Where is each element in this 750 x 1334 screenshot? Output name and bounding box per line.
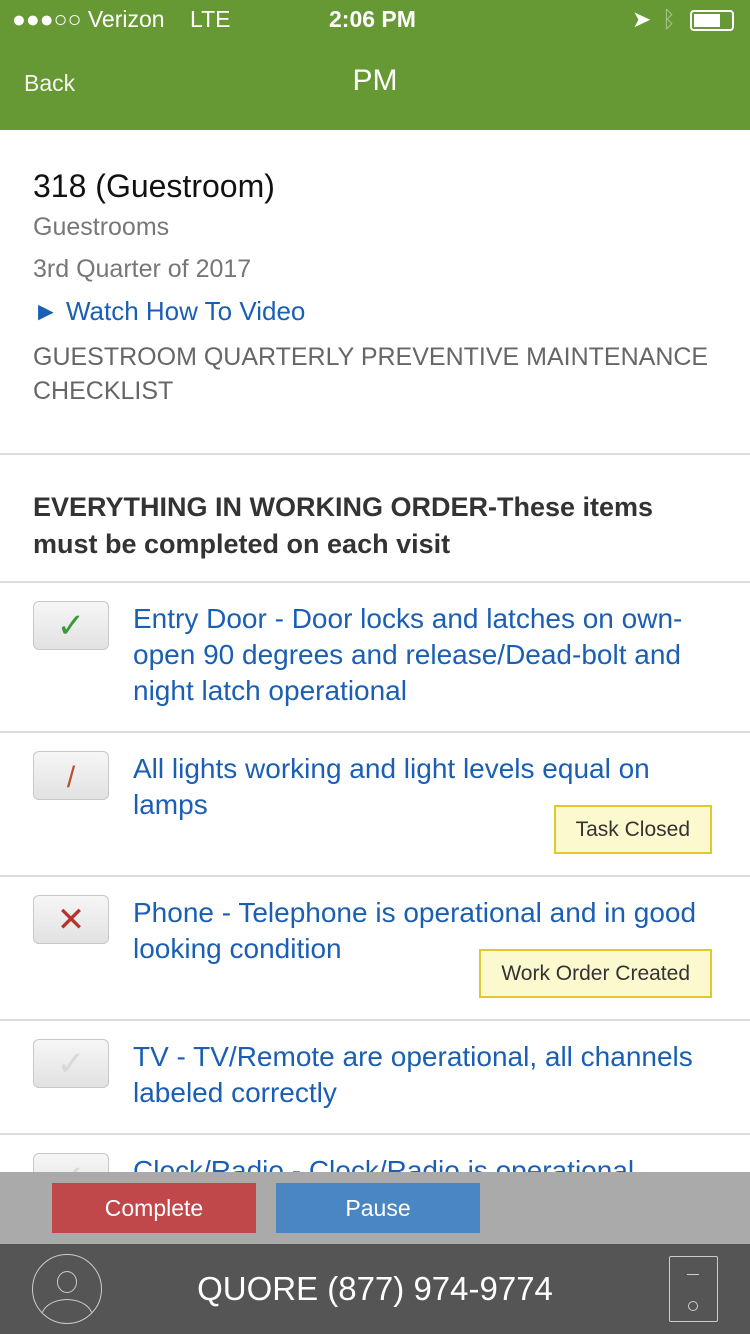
item-checkbox[interactable]: ✓ bbox=[33, 1039, 109, 1088]
footer: QUORE (877) 974-9774 bbox=[0, 1244, 750, 1334]
item-status-icon: / bbox=[66, 761, 76, 794]
battery-icon bbox=[690, 10, 734, 31]
item-text[interactable]: TV - TV/Remote are operational, all chan… bbox=[133, 1039, 710, 1111]
watch-video-link[interactable]: ► Watch How To Video bbox=[33, 290, 717, 332]
item-status-icon: ✓ bbox=[56, 607, 86, 645]
bluetooth-icon: ᛒ bbox=[662, 6, 676, 32]
item-checkbox[interactable]: ✕ bbox=[33, 895, 109, 944]
complete-button[interactable]: Complete bbox=[52, 1183, 256, 1233]
footer-phone[interactable]: QUORE (877) 974-9774 bbox=[0, 1270, 750, 1308]
item-status-badge: Work Order Created bbox=[479, 949, 712, 998]
item-status-icon: ✓ bbox=[57, 1159, 86, 1172]
item-text[interactable]: Clock/Radio - Clock/Radio is operational bbox=[133, 1153, 710, 1172]
item-checkbox[interactable]: / bbox=[33, 751, 109, 800]
header: ●●●○○ Verizon LTE 2:06 PM ➤ ᛒ Back PM bbox=[0, 0, 750, 130]
checklist-item: / All lights working and light levels eq… bbox=[0, 733, 750, 877]
checklist-item: ✓ Clock/Radio - Clock/Radio is operation… bbox=[0, 1135, 750, 1172]
item-status-icon: ✕ bbox=[56, 901, 86, 939]
content[interactable]: 318 (Guestroom) Guestrooms 3rd Quarter o… bbox=[0, 130, 750, 1172]
category: Guestrooms bbox=[33, 213, 170, 241]
section-heading: EVERYTHING IN WORKING ORDER-These items … bbox=[0, 455, 750, 583]
phone-device-icon[interactable] bbox=[669, 1256, 718, 1322]
period: 3rd Quarter of 2017 bbox=[33, 255, 252, 283]
network: LTE bbox=[190, 6, 231, 32]
carrier: ●●●○○ Verizon bbox=[12, 6, 165, 32]
item-status-icon: ✓ bbox=[56, 1045, 86, 1083]
pm-info: 318 (Guestroom) Guestrooms 3rd Quarter o… bbox=[0, 130, 750, 455]
action-bar: Complete Pause bbox=[0, 1172, 750, 1244]
page-title: PM bbox=[352, 64, 398, 97]
checklist-item: ✕ Phone - Telephone is operational and i… bbox=[0, 877, 750, 1021]
checklist-item: ✓ TV - TV/Remote are operational, all ch… bbox=[0, 1021, 750, 1135]
checklist-item: ✓ Entry Door - Door locks and latches on… bbox=[0, 583, 750, 733]
item-text[interactable]: Entry Door - Door locks and latches on o… bbox=[133, 601, 710, 709]
item-status-badge: Task Closed bbox=[553, 805, 712, 854]
pause-button[interactable]: Pause bbox=[276, 1183, 480, 1233]
time: 2:06 PM bbox=[329, 6, 416, 32]
item-checkbox[interactable]: ✓ bbox=[33, 1153, 109, 1172]
item-checkbox[interactable]: ✓ bbox=[33, 601, 109, 650]
location-icon: ➤ bbox=[632, 6, 652, 32]
checklist-name: GUESTROOM QUARTERLY PREVENTIVE MAINTENAN… bbox=[33, 343, 709, 405]
room-title: 318 (Guestroom) bbox=[33, 168, 275, 204]
